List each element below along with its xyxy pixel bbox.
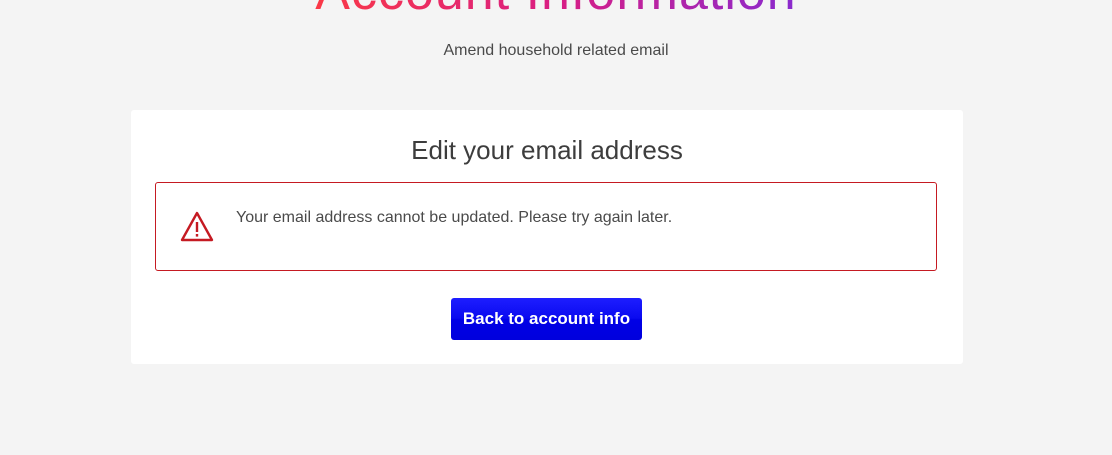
card-title: Edit your email address bbox=[411, 135, 683, 165]
error-alert: Your email address cannot be updated. Pl… bbox=[155, 182, 937, 271]
page: Account Information Amend household rela… bbox=[0, 0, 1112, 455]
page-subtitle: Amend household related email bbox=[443, 42, 669, 59]
edit-email-card: Edit your email address Your email addre… bbox=[131, 110, 963, 364]
warning-icon bbox=[180, 211, 214, 243]
error-message: Your email address cannot be updated. Pl… bbox=[236, 209, 673, 226]
page-title: Account Information bbox=[0, 0, 1112, 14]
back-to-account-info-button[interactable]: Back to account info bbox=[451, 298, 642, 340]
